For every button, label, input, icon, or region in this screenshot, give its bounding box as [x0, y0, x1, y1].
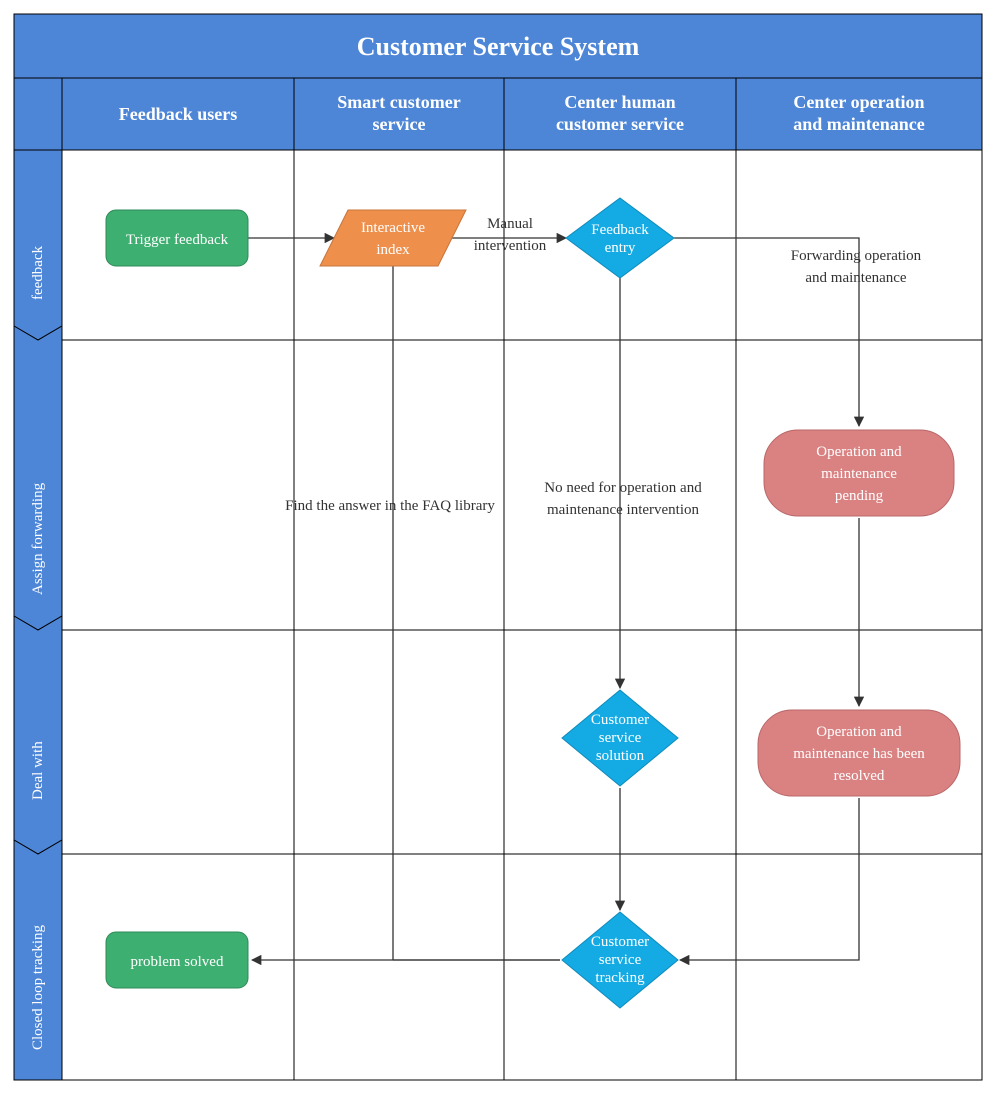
- cell: [294, 340, 504, 630]
- node-index-label-1: Interactive: [361, 220, 425, 236]
- label-noneed-1: No need for operation and: [544, 480, 702, 496]
- cell: [294, 630, 504, 854]
- node-cssol-label-1: Customer: [591, 712, 649, 728]
- node-cssol-label-2: service: [599, 730, 642, 746]
- label-fwd-1: Forwarding operation: [791, 248, 922, 264]
- label-manual-1: Manual: [487, 216, 533, 232]
- cell: [62, 630, 294, 854]
- label-faq: Find the answer in the FAQ library: [285, 498, 495, 514]
- row-2-label: Assign forwarding: [30, 482, 46, 595]
- col-2-label-2: service: [373, 114, 426, 134]
- col-4-label-2: and maintenance: [793, 114, 925, 134]
- label-noneed-2: maintenance intervention: [547, 502, 700, 518]
- row-3-chevron: [14, 616, 62, 854]
- col-2-label-1: Smart customer: [337, 92, 460, 112]
- node-fbentry-label-1: Feedback: [591, 222, 649, 238]
- label-manual-2: intervention: [474, 238, 547, 254]
- node-trigger-label: Trigger feedback: [126, 232, 229, 248]
- cell: [62, 340, 294, 630]
- node-cssol-label-3: solution: [596, 748, 645, 764]
- col-3-label-2: customer service: [556, 114, 684, 134]
- label-fwd-2: and maintenance: [805, 270, 907, 286]
- node-resolved-label-2: maintenance has been: [793, 746, 925, 762]
- node-solved-label: problem solved: [131, 954, 224, 970]
- row-4-label: Closed loop tracking: [30, 925, 46, 1050]
- node-fbentry-label-2: entry: [605, 240, 636, 256]
- col-4-label-1: Center operation: [793, 92, 924, 112]
- col-1-label: Feedback users: [119, 104, 238, 124]
- node-pending-label-1: Operation and: [816, 444, 902, 460]
- cell: [294, 854, 504, 1080]
- diagram-title: Customer Service System: [357, 32, 640, 61]
- row-3-label: Deal with: [30, 741, 46, 800]
- node-cstrack-label-3: tracking: [595, 970, 645, 986]
- node-pending-label-2: maintenance: [821, 466, 897, 482]
- node-resolved-label-1: Operation and: [816, 724, 902, 740]
- node-cstrack-label-2: service: [599, 952, 642, 968]
- node-resolved-label-3: resolved: [834, 768, 885, 784]
- col-3-label-1: Center human: [564, 92, 675, 112]
- node-index-label-2: index: [376, 242, 410, 258]
- row-1-chevron: [14, 150, 62, 340]
- row-1-label: feedback: [30, 245, 46, 300]
- node-pending-label-3: pending: [835, 488, 884, 504]
- node-cstrack-label-1: Customer: [591, 934, 649, 950]
